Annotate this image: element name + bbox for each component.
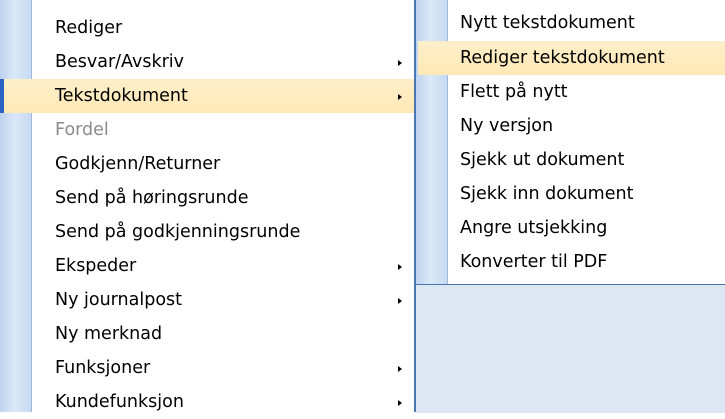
menu-item-label: Konverter til PDF [460, 252, 608, 272]
submenu-item-flett-pa-nytt[interactable]: Flett på nytt [448, 75, 725, 109]
menu-item-label: Godkjenn/Returner [55, 154, 221, 174]
menu-item-label: Fordel [55, 120, 109, 140]
submenu-item-nytt-tekstdokument[interactable]: Nytt tekstdokument [448, 6, 725, 40]
submenu-item-rediger-tekstdokument[interactable]: Rediger tekstdokument [418, 41, 725, 75]
menu-item-label: Rediger tekstdokument [460, 48, 665, 68]
chevron-right-icon [398, 60, 402, 66]
menu-item-label: Besvar/Avskriv [55, 52, 185, 72]
menu-item-label: Ekspeder [55, 256, 137, 276]
menu-item-label: Flett på nytt [460, 82, 568, 102]
context-menu: Rediger Besvar/Avskriv Tekstdokument For… [0, 0, 416, 412]
menu-item-label: Send på høringsrunde [55, 188, 249, 208]
menu-item-label: Ny journalpost [55, 290, 183, 310]
focus-indicator [0, 79, 4, 113]
menu-item-ny-journalpost[interactable]: Ny journalpost [32, 283, 416, 317]
submenu-item-konverter-til-pdf[interactable]: Konverter til PDF [448, 245, 725, 279]
menu-item-label: Rediger [55, 18, 123, 38]
menu-item-send-pa-godkjenningsrunde[interactable]: Send på godkjenningsrunde [32, 215, 416, 249]
menu-item-send-pa-horingsrunde[interactable]: Send på høringsrunde [32, 181, 416, 215]
submenu-item-sjekk-ut-dokument[interactable]: Sjekk ut dokument [448, 143, 725, 177]
menu-item-label: Funksjoner [55, 358, 151, 378]
menu-item-label: Send på godkjenningsrunde [55, 222, 301, 242]
menu-item-kundefunksjon[interactable]: Kundefunksjon [32, 385, 416, 419]
menu-item-label: Ny merknad [55, 324, 163, 344]
chevron-right-icon [398, 264, 402, 270]
menu-item-besvar-avskriv[interactable]: Besvar/Avskriv [32, 45, 416, 79]
menu-item-label: Tekstdokument [55, 86, 188, 106]
menu-item-tekstdokument[interactable]: Tekstdokument [0, 79, 416, 113]
menu-item-label: Sjekk ut dokument [460, 150, 625, 170]
chevron-right-icon [398, 94, 402, 100]
menu-item-rediger[interactable]: Rediger [32, 11, 416, 45]
menu-item-godkjenn-returner[interactable]: Godkjenn/Returner [32, 147, 416, 181]
chevron-right-icon [398, 298, 402, 304]
menu-item-label: Sjekk inn dokument [460, 184, 634, 204]
menu-item-label: Nytt tekstdokument [460, 13, 635, 33]
submenu-tekstdokument: Nytt tekstdokument Rediger tekstdokument… [416, 0, 725, 284]
icon-strip [0, 0, 32, 412]
submenu-item-angre-utsjekking[interactable]: Angre utsjekking [448, 211, 725, 245]
chevron-right-icon [398, 366, 402, 372]
menu-item-label: Kundefunksjon [55, 392, 184, 412]
menu-item-label: Angre utsjekking [460, 218, 608, 238]
menu-item-label: Ny versjon [460, 116, 554, 136]
menu-item-ekspeder[interactable]: Ekspeder [32, 249, 416, 283]
menu-item-fordel: Fordel [32, 113, 416, 147]
menu-item-funksjoner[interactable]: Funksjoner [32, 351, 416, 385]
submenu-item-sjekk-inn-dokument[interactable]: Sjekk inn dokument [448, 177, 725, 211]
background-panel [416, 284, 725, 413]
menu-item-ny-merknad[interactable]: Ny merknad [32, 317, 416, 351]
submenu-item-ny-versjon[interactable]: Ny versjon [448, 109, 725, 143]
chevron-right-icon [398, 400, 402, 406]
